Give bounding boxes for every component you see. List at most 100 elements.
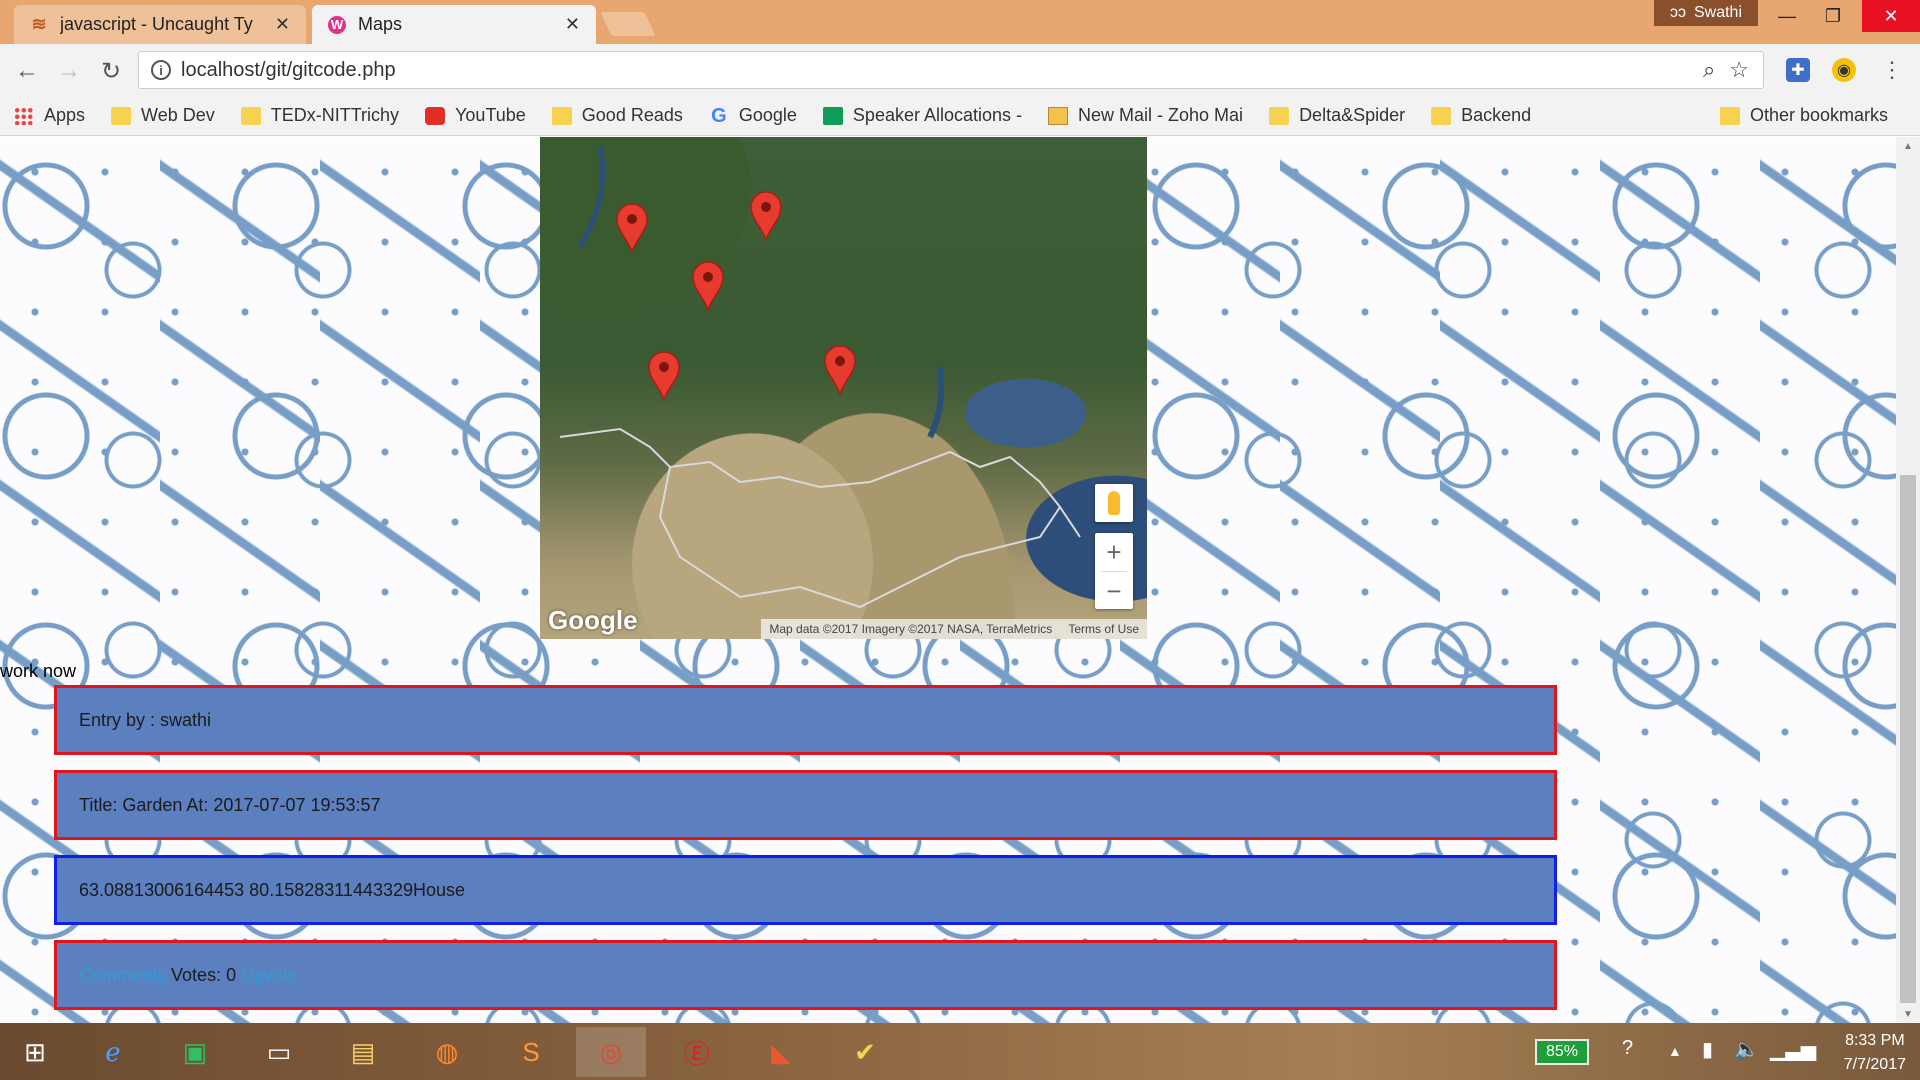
map-marker-pin-icon[interactable] [691, 261, 725, 311]
bookmark-web-dev[interactable]: Web Dev [111, 105, 215, 126]
system-clock[interactable]: 8:33 PM 7/7/2017 [1844, 1029, 1906, 1077]
zoom-in-button[interactable]: + [1095, 533, 1133, 571]
bookmark-speaker-allocations[interactable]: Speaker Allocations - [822, 105, 1022, 126]
map-marker-pin-icon[interactable] [615, 203, 649, 253]
profile-icon: ↄↄ [1669, 4, 1686, 21]
google-map[interactable]: + − Google Map data ©2017 Imagery ©2017 … [540, 137, 1147, 639]
upvote-link[interactable]: Upvote [241, 965, 298, 986]
profile-name: Swathi [1693, 4, 1743, 21]
bookmark-star-icon[interactable]: ☆ [1729, 57, 1749, 83]
bookmark-google[interactable]: G Google [709, 105, 797, 126]
bookmark-label: Other bookmarks [1749, 105, 1888, 125]
folder-icon [111, 106, 132, 125]
other-bookmarks[interactable]: Other bookmarks [1719, 105, 1888, 126]
tab-title: Maps [358, 14, 403, 34]
extension-puzzle-icon[interactable]: ✚ [1786, 58, 1810, 82]
bookmark-tedx[interactable]: TEDx-NITTrichy [240, 105, 400, 126]
norton-check-icon[interactable]: ✔ [830, 1027, 900, 1077]
bookmarks-bar: Apps Web Dev TEDx-NITTrichy YouTube Good… [0, 96, 1920, 136]
info-icon[interactable]: i [151, 60, 171, 80]
minimize-button[interactable]: — [1764, 0, 1810, 32]
file-explorer-icon[interactable]: ▤ [328, 1027, 398, 1077]
comments-link[interactable]: Comments [79, 965, 166, 986]
entry-author-box: Entry by : swathi [54, 685, 1557, 755]
zoom-magnifier-icon[interactable]: ⌕ [1703, 57, 1715, 83]
sublime-text-icon[interactable]: S [496, 1027, 566, 1077]
terms-of-use-link[interactable]: Terms of Use [1068, 622, 1139, 636]
bookmark-label: Google [738, 105, 797, 125]
bookmark-label: TEDx-NITTrichy [270, 105, 400, 125]
entry-author: Entry by : swathi [79, 709, 212, 730]
tab-close-icon[interactable]: ✕ [275, 14, 290, 35]
url-text: localhost/git/gitcode.php [181, 58, 396, 81]
help-icon[interactable]: ? [1622, 1037, 1633, 1060]
internet-explorer-icon[interactable]: ℯ [78, 1027, 148, 1077]
bookmark-label: YouTube [455, 105, 526, 125]
bookmark-label: Apps [44, 105, 86, 125]
new-tab-button[interactable] [600, 12, 656, 36]
map-marker-pin-icon[interactable] [749, 191, 783, 241]
vertical-scrollbar[interactable]: ▲ ▼ [1896, 137, 1920, 1023]
lake-baikal [927, 366, 945, 439]
bookmark-good-reads[interactable]: Good Reads [551, 105, 683, 126]
menu-kebab-icon[interactable]: ⋮ [1880, 57, 1904, 82]
folder-icon [1719, 106, 1740, 125]
reload-icon[interactable]: ↻ [96, 56, 126, 86]
votes-count: Votes: 0 [166, 964, 242, 985]
extension-search-icon[interactable]: ◉ [1832, 58, 1856, 82]
browser-toolbar: ← → ↻ i localhost/git/gitcode.php ⌕ ☆ ✚ … [0, 44, 1920, 96]
folder-icon [1431, 106, 1452, 125]
entry-coordinates-box: 63.08813006164453 80.15828311443329House [54, 855, 1557, 925]
entry-coordinates: 63.08813006164453 80.15828311443329House [79, 879, 466, 900]
bookmark-backend[interactable]: Backend [1431, 105, 1531, 126]
bookmark-zoho-mail[interactable]: New Mail - Zoho Mai [1048, 105, 1243, 126]
forward-arrow-icon[interactable]: → [54, 56, 84, 86]
scroll-up-arrow-icon[interactable]: ▲ [1896, 137, 1920, 155]
back-arrow-icon[interactable]: ← [12, 56, 42, 86]
scroll-down-arrow-icon[interactable]: ▼ [1896, 1005, 1920, 1023]
bookmark-delta-spider[interactable]: Delta&Spider [1269, 105, 1405, 126]
tab-javascript[interactable]: ≋ javascript - Uncaught Ty ✕ [14, 5, 306, 44]
google-logo[interactable]: Google [548, 605, 638, 636]
windows-taskbar: ⊞ ℯ ▣ ▭ ▤ ◍ S ◎ Ⓔ ◣ ✔ 85% ? ▲ ▮ 🔈 ▁▃▅ 8:… [0, 1023, 1920, 1080]
tab-close-icon[interactable]: ✕ [565, 14, 580, 35]
status-text: work now [0, 661, 77, 681]
entry-actions-box: Comments Votes: 0 Upvote [54, 940, 1557, 1010]
bookmark-label: Backend [1461, 105, 1532, 125]
bookmark-youtube[interactable]: YouTube [425, 105, 526, 126]
close-window-button[interactable]: ✕ [1862, 0, 1920, 32]
volume-icon[interactable]: 🔈 [1734, 1037, 1759, 1062]
profile-button[interactable]: ↄↄ Swathi [1654, 0, 1758, 26]
youtube-icon [425, 106, 446, 125]
mongolia-north-border [559, 427, 1081, 538]
bookmark-label: Web Dev [141, 105, 215, 125]
maximize-button[interactable]: ❐ [1810, 0, 1856, 32]
map-marker-pin-icon[interactable] [823, 345, 857, 395]
store-icon[interactable]: ▣ [160, 1027, 230, 1077]
battery-indicator[interactable]: 85% [1535, 1039, 1589, 1065]
app-bird-icon[interactable]: ◣ [746, 1027, 816, 1077]
scroll-thumb[interactable] [1900, 475, 1916, 1003]
entry-title: Title: Garden At: 2017-07-07 19:53:57 [79, 794, 381, 815]
google-icon: G [711, 104, 727, 127]
entry-title-box: Title: Garden At: 2017-07-07 19:53:57 [54, 770, 1557, 840]
firefox-icon[interactable]: ◍ [412, 1027, 482, 1077]
maps-favicon-icon: W [328, 15, 346, 34]
power-icon[interactable]: ▮ [1702, 1037, 1713, 1062]
address-bar[interactable]: i localhost/git/gitcode.php ⌕ ☆ [138, 51, 1764, 89]
network-signal-icon[interactable]: ▁▃▅ [1770, 1037, 1816, 1062]
evernote-e-icon[interactable]: Ⓔ [662, 1027, 732, 1077]
map-marker-pin-icon[interactable] [647, 351, 681, 401]
tab-title: javascript - Uncaught Ty [60, 14, 253, 34]
mongolia-south-border [658, 466, 1061, 609]
street-view-pegman-icon[interactable] [1095, 484, 1133, 522]
tab-maps[interactable]: W Maps ✕ [312, 5, 596, 44]
chrome-icon[interactable]: ◎ [576, 1027, 646, 1077]
zoom-out-button[interactable]: − [1095, 572, 1133, 610]
windows-start-icon[interactable]: ⊞ [0, 1027, 70, 1077]
river-yenisei [577, 146, 605, 249]
tray-chevron-icon[interactable]: ▲ [1668, 1043, 1682, 1059]
lenovo-icon[interactable]: ▭ [244, 1027, 314, 1077]
bookmark-apps[interactable]: Apps [14, 105, 85, 126]
page-viewport: + − Google Map data ©2017 Imagery ©2017 … [0, 137, 1896, 1023]
